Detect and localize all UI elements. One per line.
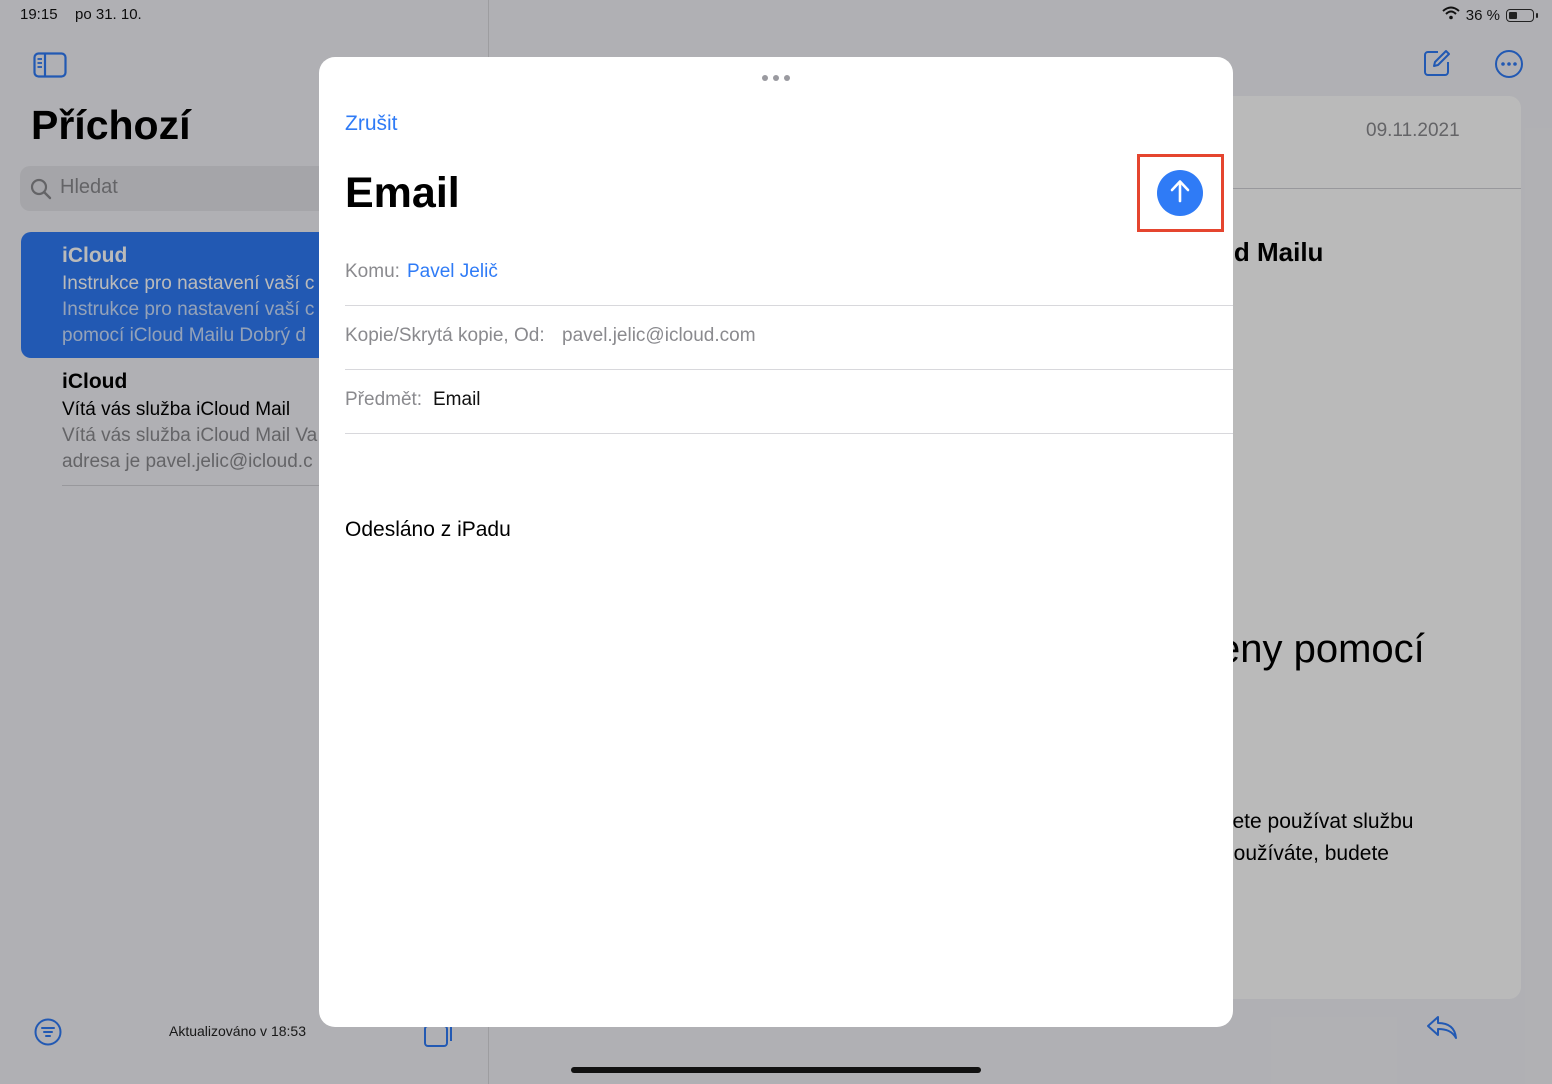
subject-field[interactable]: Předmět: Email: [345, 369, 1233, 434]
to-label: Komu:: [345, 261, 400, 282]
message-body-input[interactable]: Odesláno z iPadu: [345, 518, 511, 542]
to-field[interactable]: Komu: Pavel Jelič: [345, 241, 1233, 306]
compose-sheet: Zrušit Email Komu: Pavel Jelič Kopie/Skr…: [319, 57, 1233, 1027]
subject-label: Předmět:: [345, 389, 423, 410]
cancel-button[interactable]: Zrušit: [345, 112, 398, 136]
sheet-grabber[interactable]: [761, 69, 791, 81]
send-button-highlight: [1137, 154, 1224, 232]
cc-from-label: Kopie/Skrytá kopie, Od:: [345, 325, 545, 346]
battery-percent: 36 %: [1465, 6, 1500, 24]
from-address: pavel.jelic@icloud.com: [562, 325, 756, 346]
status-indicators: 36 %: [1442, 6, 1538, 24]
cc-from-field[interactable]: Kopie/Skrytá kopie, Od: pavel.jelic@iclo…: [345, 305, 1233, 370]
to-recipient[interactable]: Pavel Jelič: [407, 261, 498, 283]
subject-input[interactable]: Email: [433, 389, 481, 411]
battery-icon: [1506, 8, 1538, 22]
home-indicator: [571, 1067, 981, 1073]
compose-title: Email: [345, 169, 460, 217]
wifi-icon: [1442, 6, 1460, 24]
